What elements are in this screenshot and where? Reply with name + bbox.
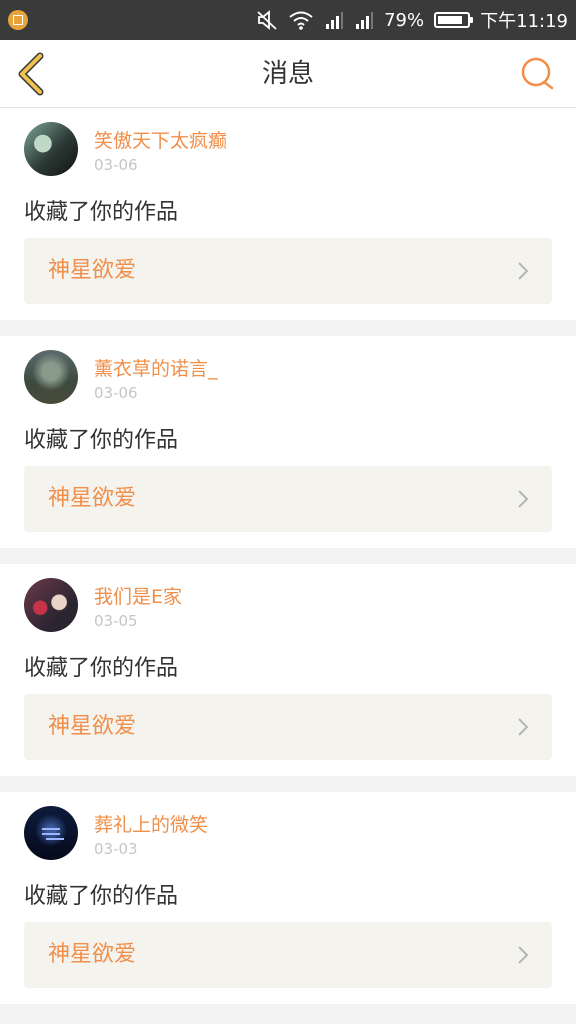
chevron-right-icon [518,718,529,736]
action-text: 收藏了你的作品 [24,428,179,453]
work-title: 神星欲爱 [48,714,137,739]
search-button[interactable] [516,52,560,96]
work-title: 神星欲爱 [48,942,137,967]
status-bar: 79% 下午11:19 [0,0,576,40]
work-link[interactable]: 神星欲爱 [24,238,552,304]
mute-icon [257,10,277,30]
search-icon [521,57,554,90]
work-title: 神星欲爱 [48,486,137,511]
chevron-right-icon [518,262,529,280]
username[interactable]: 葬礼上的微笑 [94,810,208,837]
message-card: 我们是E家 03-05 收藏了你的作品 神星欲爱 [0,564,576,776]
chevron-right-icon [518,490,529,508]
signal-icon [356,12,374,29]
message-card: 笑傲天下太疯癫 03-06 收藏了你的作品 神星欲爱 [0,108,576,320]
username[interactable]: 我们是E家 [94,582,182,609]
clock: 下午11:19 [480,11,568,32]
message-list: 笑傲天下太疯癫 03-06 收藏了你的作品 神星欲爱 薰衣草的诺言_ 03-06… [0,108,576,1004]
work-link[interactable]: 神星欲爱 [24,922,552,988]
timestamp: 03-06 [94,156,138,174]
chevron-right-icon [518,946,529,964]
username[interactable]: 笑傲天下太疯癫 [94,126,227,153]
message-card: 薰衣草的诺言_ 03-06 收藏了你的作品 神星欲爱 [0,336,576,548]
work-link[interactable]: 神星欲爱 [24,694,552,760]
battery-icon [434,12,474,28]
timestamp: 03-05 [94,612,138,630]
status-indicators: 79% 下午11:19 [256,0,568,40]
action-text: 收藏了你的作品 [24,884,179,909]
username[interactable]: 薰衣草的诺言_ [94,354,218,381]
avatar[interactable] [24,122,78,176]
timestamp: 03-06 [94,384,138,402]
signal-icon [326,12,344,29]
page-title: 消息 [261,59,314,89]
timestamp: 03-03 [94,840,138,858]
action-text: 收藏了你的作品 [24,656,179,681]
work-link[interactable]: 神星欲爱 [24,466,552,532]
avatar[interactable] [24,578,78,632]
app-notification-icon [8,10,28,30]
work-title: 神星欲爱 [48,258,137,283]
action-text: 收藏了你的作品 [24,200,179,225]
wifi-icon [289,11,313,30]
message-card: 葬礼上的微笑 03-03 收藏了你的作品 神星欲爱 [0,792,576,1004]
avatar[interactable] [24,350,78,404]
battery-percent: 79% [384,9,425,31]
app-header: 消息 [0,40,576,108]
avatar[interactable] [24,806,78,860]
